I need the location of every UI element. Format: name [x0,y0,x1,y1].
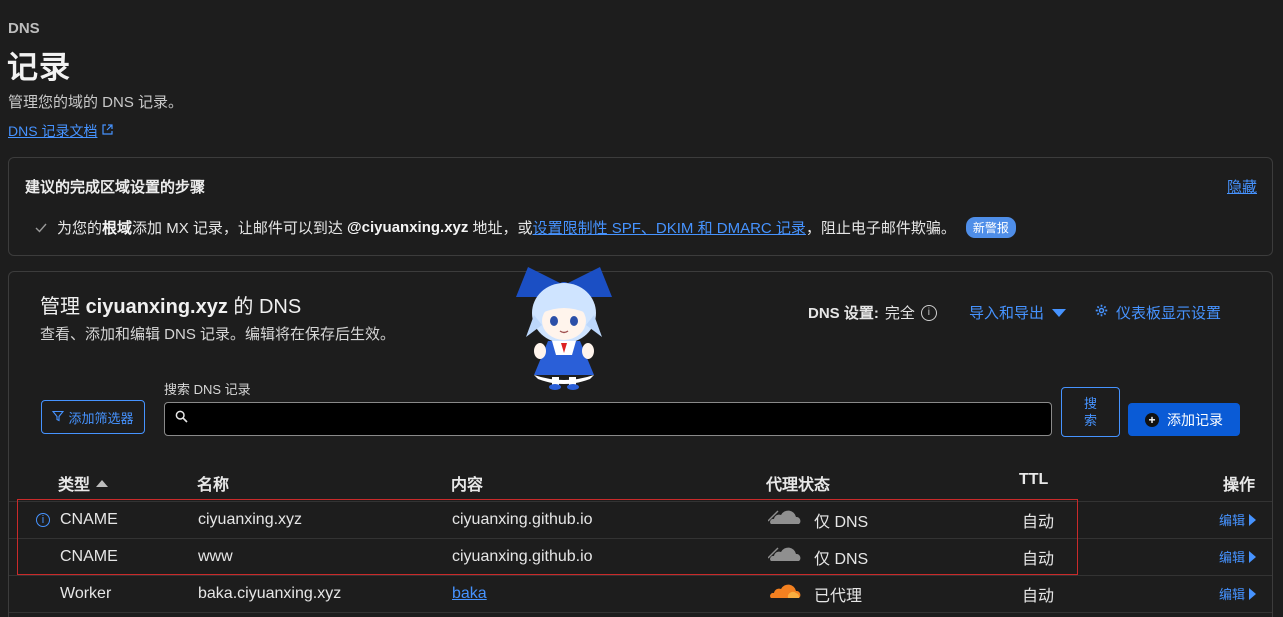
new-alert-badge: 新警报 [965,217,1016,238]
recommended-steps-card: 建议的完成区域设置的步骤 隐藏 为您的 根域 添加 MX 记录，让邮件可以到达 … [8,157,1273,256]
record-content: ciyuanxing.github.io [452,510,593,528]
dashboard-settings-label: 仪表板显示设置 [1116,305,1222,322]
manage-dns-title: 管理 ciyuanxing.xyz 的 DNS [40,290,301,319]
column-type-header[interactable]: 类型 [58,471,109,495]
chevron-right-icon [1249,587,1257,600]
record-ttl: 自动 [1022,550,1055,568]
add-record-button[interactable]: + 添加记录 [1128,403,1240,436]
dns-docs-link-label: DNS 记录文档 [8,123,98,139]
step-text-mid: 添加 MX 记录，让邮件可以到达 [132,220,348,237]
table-row[interactable]: CNAME www ciyuanxing.github.io 仅 DNS 自动 … [9,538,1272,576]
info-icon[interactable]: i [920,304,937,321]
recommended-step: 为您的 根域 添加 MX 记录，让邮件可以到达 @ciyuanxing.xyz … [35,217,1016,238]
step-text-suffix: ，阻止电子邮件欺骗。 [805,220,956,237]
record-ttl: 自动 [1022,513,1055,531]
record-type: CNAME [60,547,118,565]
record-type: CNAME [60,510,118,528]
proxy-status: 已代理 [768,575,862,612]
search-button[interactable]: 搜 索 [1061,387,1120,437]
chevron-right-icon [1249,513,1257,526]
record-type: Worker [60,584,112,602]
add-filter-button[interactable]: 添加筛选器 [41,400,145,434]
edit-label: 编辑 [1219,513,1246,528]
column-name-header: 名称 [197,477,230,494]
import-export-label: 导入和导出 [969,305,1045,322]
edit-button[interactable]: 编辑 [1219,510,1257,529]
dns-only-cloud-icon [767,545,802,568]
search-box [164,402,1052,436]
search-input[interactable] [194,410,1038,428]
add-filter-label: 添加筛选器 [68,410,134,426]
step-text-bold: 根域 [102,220,133,237]
step-text-prefix: 为您的 [57,220,103,237]
chevron-right-icon [1249,550,1257,563]
gear-icon [1095,304,1108,321]
proxy-status-label: 已代理 [814,587,863,605]
external-link-icon [102,124,114,138]
dns-docs-link[interactable]: DNS 记录文档 [8,121,114,141]
record-ttl: 自动 [1022,587,1055,605]
search-icon [175,410,188,428]
page-subtitle: 管理您的域的 DNS 记录。 [8,94,184,111]
column-content-header: 内容 [451,477,484,494]
column-ttl-header: TTL [1019,471,1049,488]
search-button-label-1: 搜 [1083,396,1097,411]
dashboard-display-settings[interactable]: 仪表板显示设置 [1095,302,1221,323]
worker-link[interactable]: baka [452,585,487,603]
filter-icon [52,410,65,425]
dns-setting-label: DNS 设置: [808,305,879,322]
record-name: www [198,547,233,565]
step-text-mid2: 地址，或 [468,220,533,237]
proxied-cloud-icon [768,582,802,605]
spf-dkim-dmarc-link[interactable]: 设置限制性 SPF、DKIM 和 DMARC 记录 [533,217,806,238]
table-header: 类型 名称 内容 代理状态 TTL 操作 [9,471,1272,502]
dns-only-cloud-icon [767,508,802,531]
table-row[interactable]: i CNAME ciyuanxing.xyz ciyuanxing.github… [9,501,1272,539]
record-name: ciyuanxing.xyz [198,510,303,528]
info-icon[interactable]: i [36,512,50,527]
manage-title-domain: ciyuanxing.xyz [85,296,228,318]
chevron-down-icon [1052,308,1067,317]
proxy-status-label: 仅 DNS [814,513,869,531]
record-name: baka.ciyuanxing.xyz [198,584,342,602]
proxy-status-label: 仅 DNS [814,550,869,568]
edit-label: 编辑 [1219,587,1246,602]
proxy-status: 仅 DNS [767,538,869,575]
plus-icon: + [1145,412,1159,427]
import-export-dropdown[interactable]: 导入和导出 [969,302,1067,323]
dns-setting-value: 完全 [884,305,915,322]
proxy-status: 仅 DNS [767,501,869,538]
manage-dns-subtitle: 查看、添加和编辑 DNS 记录。编辑将在保存后生效。 [40,326,396,343]
edit-button[interactable]: 编辑 [1219,584,1257,603]
column-actions-header: 操作 [1223,477,1256,494]
breadcrumb: DNS [8,20,40,37]
search-button-label-2: 索 [1083,413,1097,428]
step-domain: @ciyuanxing.xyz [347,219,469,236]
edit-label: 编辑 [1219,550,1246,565]
add-record-label: 添加记录 [1167,411,1223,428]
sort-ascending-icon [96,479,109,487]
search-label: 搜索 DNS 记录 [164,382,251,397]
column-proxy-header: 代理状态 [766,477,831,494]
page-title: 记录 [7,50,71,85]
manage-title-prefix: 管理 [40,296,86,318]
check-icon [35,220,47,236]
record-content: ciyuanxing.github.io [452,547,593,565]
dns-setting: DNS 设置: 完全 i [808,302,937,323]
manage-dns-card: 管理 ciyuanxing.xyz 的 DNS 查看、添加和编辑 DNS 记录。… [8,271,1273,617]
mascot-sticker [516,267,612,390]
edit-button[interactable]: 编辑 [1219,547,1257,566]
manage-title-suffix: 的 DNS [227,296,302,318]
hide-button[interactable]: 隐藏 [1227,176,1257,197]
recommended-steps-title: 建议的完成区域设置的步骤 [25,179,206,196]
column-type-label: 类型 [58,477,91,494]
table-row[interactable]: Worker baka.ciyuanxing.xyz baka 已代理 自动 编… [9,575,1272,613]
